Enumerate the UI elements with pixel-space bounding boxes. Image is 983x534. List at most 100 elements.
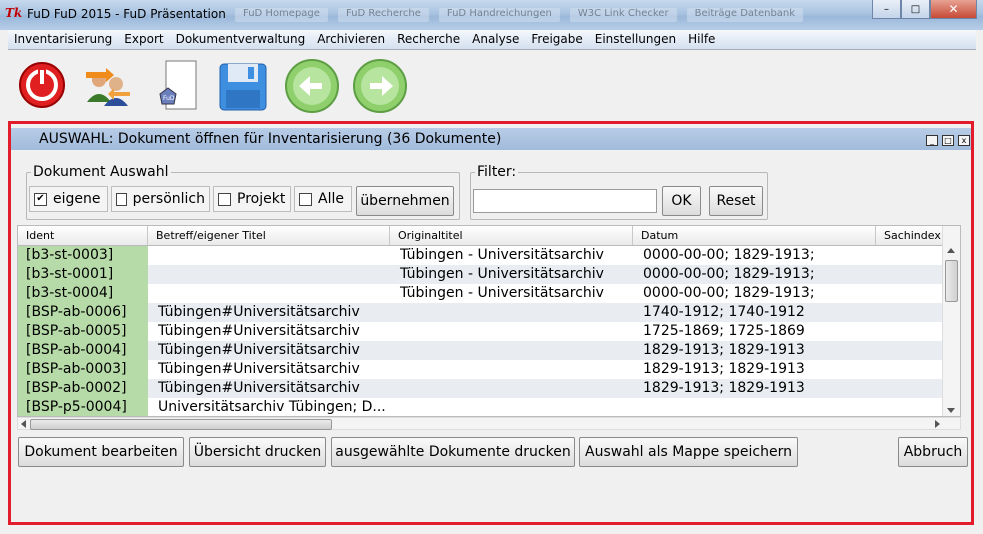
checkbox-alle[interactable]: Alle [294,186,352,212]
new-document-icon: FuD [159,60,197,110]
checkbox-box: ✔ [34,192,47,206]
filter-ok-button[interactable]: OK [662,186,701,216]
exit-button[interactable] [16,58,68,112]
cell-ident: [b3-st-0001] [18,265,148,284]
scroll-up-icon[interactable] [947,248,955,253]
panel-maximize-button[interactable]: □ [942,135,954,146]
cell-datum: 1829-1913; 1829-1913 [643,361,805,377]
maximize-button[interactable]: □ [901,0,930,19]
cell-betreff [148,284,390,303]
checkbox-eigene[interactable]: ✔ eigene [29,186,108,212]
cell-datum: 1829-1913; 1829-1913 [643,380,805,396]
cell-betreff: Tübingen#Universitätsarchiv [158,380,360,396]
column-header-sachindex[interactable]: Sachindex [876,226,946,245]
cell-ident: [b3-st-0004] [18,284,148,303]
arrow-back-icon [285,59,339,113]
table-row[interactable]: [BSP-ab-0004] Tübingen#Universitätsarchiv… [18,341,944,360]
scroll-left-icon[interactable] [21,420,26,428]
cell-betreff: Universitätsarchiv Tübingen; D... [158,399,386,415]
menu-recherche[interactable]: Recherche [391,30,466,49]
filter-legend: Filter: [475,164,519,180]
bg-tab: Beiträge Datenbank [686,8,804,22]
table-row[interactable]: [BSP-ab-0002] Tübingen#Universitätsarchiv… [18,379,944,398]
horizontal-scrollbar[interactable] [17,417,961,430]
table-row[interactable]: [BSP-ab-0005] Tübingen#Universitätsarchiv… [18,322,944,341]
print-selected-button[interactable]: ausgewählte Dokumente drucken [331,437,575,467]
minimize-button[interactable]: – [872,0,901,19]
menu-inventarisierung[interactable]: Inventarisierung [8,30,118,49]
checkbox-box [299,192,312,206]
fud-badge-label: FuD [163,95,175,102]
cell-originaltitel [390,379,633,398]
back-button[interactable] [284,58,339,113]
cell-ident: [BSP-ab-0002] [18,379,148,398]
menu-archivieren[interactable]: Archivieren [311,30,391,49]
cell-betreff: Tübingen#Universitätsarchiv [158,304,360,320]
table-row[interactable]: [b3-st-0001] Tübingen - Universitätsarchi… [18,265,944,284]
cell-originaltitel [390,360,633,379]
table-header: Ident Betreff/eigener Titel Originaltite… [18,226,960,246]
bg-tab: FuD Recherche [337,8,429,22]
vertical-scrollbar[interactable] [942,226,960,416]
scroll-down-icon[interactable] [947,408,955,413]
cell-ident: [BSP-p5-0004] [18,398,148,416]
table-row[interactable]: [b3-st-0003] Tübingen - Universitätsarchi… [18,246,944,265]
edit-document-button[interactable]: Dokument bearbeiten [18,437,184,467]
cell-datum: 1829-1913; 1829-1913 [643,342,805,358]
column-header-betreff[interactable]: Betreff/eigener Titel [148,226,390,245]
cell-datum: 0000-00-00; 1829-1913; [643,285,815,301]
window-title: FuD FuD 2015 - FuD Präsentation [27,7,226,21]
cell-originaltitel [390,322,633,341]
column-header-originaltitel[interactable]: Originaltitel [390,226,633,245]
new-document-button[interactable]: FuD [154,58,206,112]
vertical-scroll-thumb[interactable] [945,260,958,302]
apply-selection-button[interactable]: übernehmen [356,186,454,216]
arrow-forward-icon [353,59,407,113]
cell-originaltitel: Tübingen - Universitätsarchiv [400,285,604,301]
forward-button[interactable] [352,58,407,113]
menu-hilfe[interactable]: Hilfe [682,30,721,49]
window-title-bar[interactable]: Tk FuD FuD 2015 - FuD Präsentation FuD H… [0,0,983,30]
close-button[interactable]: ✕ [930,0,977,19]
app-logo-icon: Tk [5,6,23,20]
checkbox-projekt[interactable]: Projekt [213,186,291,212]
filter-group: Filter: OK Reset [470,164,768,220]
checkbox-label: eigene [53,191,101,207]
filter-input[interactable] [473,189,657,213]
background-taskbar-tabs: FuD Homepage FuD Recherche FuD Handreich… [235,8,865,22]
save-button[interactable] [216,58,268,112]
cell-datum [633,398,876,416]
panel-header: AUSWAHL: Dokument öffnen für Inventarisi… [11,128,971,150]
print-overview-button[interactable]: Übersicht drucken [189,437,326,467]
bg-tab: FuD Homepage [235,8,328,22]
menu-einstellungen[interactable]: Einstellungen [589,30,682,49]
save-as-folder-button[interactable]: Auswahl als Mappe speichern [579,437,798,467]
horizontal-scroll-thumb[interactable] [30,419,332,430]
table-row[interactable]: [b3-st-0004] Tübingen - Universitätsarchi… [18,284,944,303]
column-header-ident[interactable]: Ident [18,226,148,245]
cell-betreff [148,246,390,265]
panel-minimize-button[interactable]: _ [926,135,938,146]
cell-ident: [BSP-ab-0006] [18,303,148,322]
cancel-button[interactable]: Abbruch [898,437,968,467]
menu-bar: Inventarisierung Export Dokumentverwaltu… [8,30,976,50]
cell-originaltitel: Tübingen - Universitätsarchiv [400,247,604,263]
selection-frame: AUSWAHL: Dokument öffnen für Inventarisi… [8,121,974,525]
menu-dokumentverwaltung[interactable]: Dokumentverwaltung [170,30,312,49]
panel-close-button[interactable]: x [958,135,970,146]
menu-export[interactable]: Export [118,30,169,49]
cell-betreff: Tübingen#Universitätsarchiv [158,361,360,377]
table-row[interactable]: [BSP-p5-0004] Universitätsarchiv Tübingen… [18,398,944,416]
documents-table: Ident Betreff/eigener Titel Originaltite… [17,225,961,417]
column-header-datum[interactable]: Datum [633,226,876,245]
table-row[interactable]: [BSP-ab-0006] Tübingen#Universitätsarchiv… [18,303,944,322]
scroll-right-icon[interactable] [935,420,940,428]
checkbox-box [116,192,127,206]
menu-analyse[interactable]: Analyse [466,30,525,49]
checkbox-persoenlich[interactable]: persönlich [111,186,210,212]
cell-datum: 0000-00-00; 1829-1913; [643,247,815,263]
menu-freigabe[interactable]: Freigabe [525,30,588,49]
filter-reset-button[interactable]: Reset [709,186,763,216]
table-row[interactable]: [BSP-ab-0003] Tübingen#Universitätsarchiv… [18,360,944,379]
switch-user-button[interactable] [80,58,132,112]
